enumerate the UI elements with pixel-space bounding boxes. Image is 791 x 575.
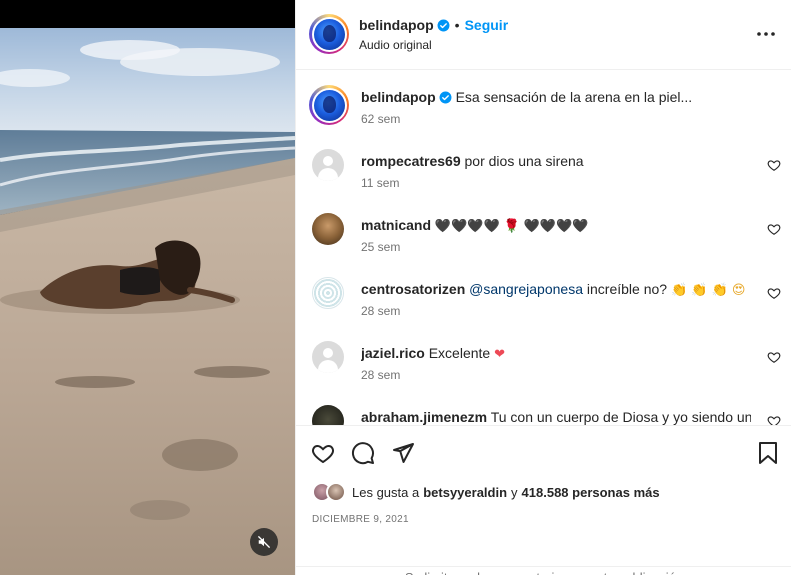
comment-username[interactable]: centrosatorizen xyxy=(361,281,465,297)
comment-time[interactable]: 11 sem xyxy=(361,176,399,190)
audio-label[interactable]: Audio original xyxy=(359,38,432,52)
liker-avatar xyxy=(326,482,346,502)
commenter-avatar[interactable] xyxy=(312,277,344,309)
comment-item: rompecatres69 por dios una sirena 11 sem xyxy=(296,149,791,209)
comment-username[interactable]: rompecatres69 xyxy=(361,153,461,169)
comment-time[interactable]: 25 sem xyxy=(361,240,400,254)
comment-emoji-heart: ❤ xyxy=(494,347,505,362)
post-date[interactable]: DICIEMBRE 9, 2021 xyxy=(312,514,409,525)
comment-item: centrosatorizen @sangrejaponesa increíbl… xyxy=(296,277,791,337)
muted-speaker-icon xyxy=(258,536,270,548)
paper-plane-icon xyxy=(393,443,414,463)
like-comment-heart-icon[interactable] xyxy=(767,286,781,300)
comment-time[interactable]: 28 sem xyxy=(361,304,400,318)
comment-username[interactable]: abraham.jimenezm xyxy=(361,409,487,425)
commenter-avatar[interactable] xyxy=(312,405,344,425)
mute-toggle-button[interactable] xyxy=(250,528,278,556)
bookmark-icon xyxy=(759,442,777,464)
follow-button[interactable]: Seguir xyxy=(465,17,509,33)
comment-text: Excelente xyxy=(428,345,491,361)
like-comment-heart-icon[interactable] xyxy=(767,222,781,236)
comment-bubble-icon xyxy=(351,442,374,465)
author-avatar[interactable] xyxy=(309,14,349,54)
like-button[interactable] xyxy=(310,440,336,466)
save-button[interactable] xyxy=(755,440,781,466)
caption-text: Esa sensación de la arena en la piel... xyxy=(455,89,693,105)
comment-time[interactable]: 28 sem xyxy=(361,368,400,382)
comment-emoji-hearts: 🖤🖤🖤🖤 xyxy=(434,219,500,234)
verified-badge-icon xyxy=(437,19,450,32)
commenter-avatar[interactable] xyxy=(312,149,344,181)
comment-button[interactable] xyxy=(350,440,376,466)
separator-dot: • xyxy=(454,17,460,33)
comment-item: matnicand 🖤🖤🖤🖤 🌹 🖤🖤🖤🖤 25 sem xyxy=(296,213,791,273)
caption-username[interactable]: belindapop xyxy=(361,89,436,105)
like-comment-heart-icon[interactable] xyxy=(767,158,781,172)
comment-text: increíble no? xyxy=(586,281,668,297)
caption-avatar[interactable] xyxy=(309,85,349,125)
like-comment-heart-icon[interactable] xyxy=(767,414,781,425)
author-username[interactable]: belindapop xyxy=(359,17,434,33)
post-caption: belindapop Esa sensación de la arena en … xyxy=(296,85,791,145)
post-actions: Les gusta a betsyyeraldin y 418.588 pers… xyxy=(296,425,791,575)
likes-prefix: Les gusta a xyxy=(352,484,420,500)
comment-emoji: 👏 👏 👏 😍 xyxy=(670,283,746,298)
likes-count[interactable]: 418.588 personas más xyxy=(522,485,660,500)
more-options-icon xyxy=(757,32,775,36)
caption-time[interactable]: 62 sem xyxy=(361,112,400,126)
share-button[interactable] xyxy=(390,440,416,466)
comment-emoji-rose: 🌹 xyxy=(503,219,520,234)
instagram-post-view: belindapop • Seguir Audio original belinda… xyxy=(0,0,791,575)
commenter-avatar[interactable] xyxy=(312,341,344,373)
comments-limited-notice: Se limitaron los comentarios en esta pub… xyxy=(296,566,791,575)
post-details-panel: belindapop • Seguir Audio original belinda… xyxy=(295,0,791,575)
beach-scene-image xyxy=(0,0,295,575)
comment-username[interactable]: jaziel.rico xyxy=(361,345,425,361)
verified-badge-icon xyxy=(439,91,452,104)
comment-mention-link[interactable]: @sangrejaponesa xyxy=(469,281,583,297)
like-comment-heart-icon[interactable] xyxy=(767,350,781,364)
heart-icon xyxy=(312,444,334,464)
comment-username[interactable]: matnicand xyxy=(361,217,431,233)
comment-text: por dios una sirena xyxy=(464,153,584,169)
comment-text: Tu con un cuerpo de Diosa y yo siendo un xyxy=(490,409,751,425)
comment-item: abraham.jimenezm Tu con un cuerpo de Dio… xyxy=(296,405,791,425)
likes-summary[interactable]: Les gusta a betsyyeraldin y 418.588 pers… xyxy=(312,481,660,503)
comments-list[interactable]: belindapop Esa sensación de la arena en … xyxy=(296,71,791,425)
post-header: belindapop • Seguir Audio original xyxy=(296,0,791,70)
commenter-avatar[interactable] xyxy=(312,213,344,245)
more-options-button[interactable] xyxy=(754,24,778,44)
post-video[interactable] xyxy=(0,0,295,575)
comment-emoji-hearts: 🖤🖤🖤🖤 xyxy=(523,219,589,234)
comment-item: jaziel.rico Excelente ❤ 28 sem xyxy=(296,341,791,401)
liker-username[interactable]: betsyyeraldin xyxy=(423,485,507,500)
likes-joiner: y xyxy=(511,484,518,500)
